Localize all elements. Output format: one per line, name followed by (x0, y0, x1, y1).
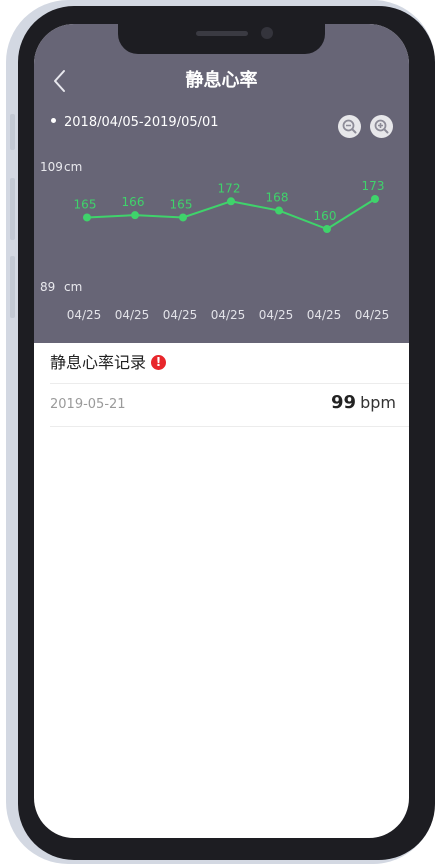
heart-rate-line-chart: 109 cm 89 cm 165 04/25 166 04/25 165 04/25 172… (40, 160, 390, 322)
x-tick-label: 04/25 (259, 308, 294, 322)
mute-switch (10, 114, 15, 150)
record-value: 99 bpm (331, 391, 396, 415)
data-label: 165 (170, 197, 193, 211)
x-tick-label: 04/25 (307, 308, 342, 322)
data-label: 165 (74, 197, 97, 211)
volume-down-button (10, 256, 15, 318)
data-point (227, 197, 235, 206)
x-tick-label: 04/25 (163, 308, 198, 322)
volume-up-button (10, 178, 15, 240)
x-tick-label: 04/25 (211, 308, 246, 322)
data-point (179, 213, 187, 222)
record-unit: bpm (360, 393, 396, 412)
data-point (371, 195, 379, 203)
chart-header: 静息心率 2018/04/05-2019/05/01 109 cm 89 cm (34, 24, 409, 343)
record-row[interactable]: 2019-05-21 99 bpm (50, 384, 396, 426)
records-title-label: 静息心率记录 (50, 353, 147, 372)
alert-icon[interactable]: ! (151, 355, 167, 370)
data-point (275, 206, 283, 215)
y-axis-top-unit: cm (64, 160, 82, 174)
data-point (83, 213, 91, 222)
data-label: 168 (266, 191, 289, 205)
app-screen: 静息心率 2018/04/05-2019/05/01 109 cm 89 cm (34, 24, 409, 838)
data-point (131, 211, 139, 220)
record-value-number: 99 (331, 392, 357, 413)
record-date: 2019-05-21 (50, 397, 126, 412)
x-tick-label: 04/25 (67, 308, 102, 322)
data-point (323, 225, 331, 233)
x-tick-label: 04/25 (115, 308, 150, 322)
records-section-title: 静息心率记录! (50, 352, 167, 374)
y-axis-bottom-unit: cm (64, 280, 82, 294)
y-axis-bottom-label: 89 (40, 280, 55, 294)
data-label: 172 (218, 181, 241, 195)
divider (50, 426, 409, 427)
data-label: 173 (362, 179, 385, 193)
data-label: 166 (122, 195, 145, 209)
data-label: 160 (314, 209, 337, 223)
y-axis-top-label: 109 (40, 160, 63, 174)
x-tick-label: 04/25 (355, 308, 390, 322)
